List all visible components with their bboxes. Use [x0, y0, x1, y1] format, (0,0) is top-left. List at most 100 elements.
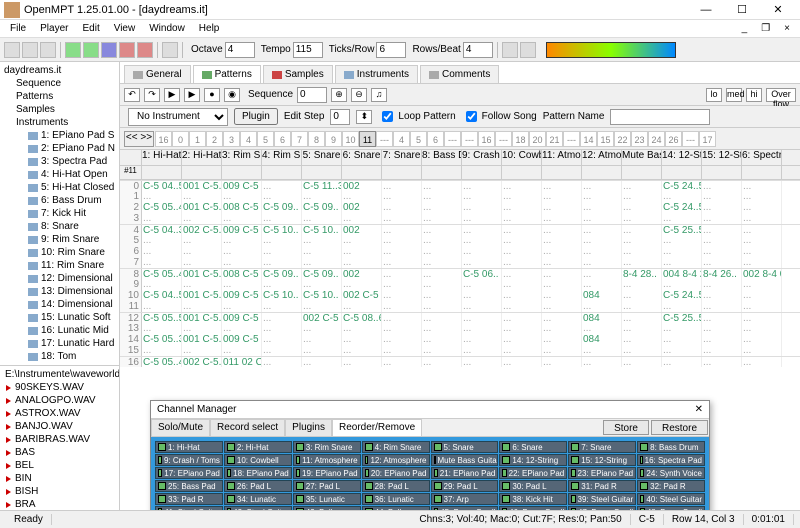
open-icon[interactable]	[22, 42, 38, 58]
tab-general[interactable]: General	[124, 65, 191, 83]
channel-slot[interactable]: 8: Bass Drum	[637, 441, 705, 453]
channel-slot[interactable]: 39: Steel Guitar	[568, 493, 636, 505]
pattern-row[interactable]: 7.......................................…	[120, 257, 800, 268]
tree-instrument[interactable]: 6: Bass Drum	[2, 194, 117, 207]
tree-folder-patterns[interactable]: Patterns	[2, 90, 117, 103]
channel-slot[interactable]: 28: Pad L	[362, 480, 430, 492]
channel-slot[interactable]: 11: Atmosphere	[293, 454, 361, 466]
store-button[interactable]: Store	[603, 420, 649, 435]
order-cell[interactable]: 24	[648, 131, 665, 147]
channel-header-cell[interactable]: 6: Spectra	[742, 150, 782, 165]
play-icon[interactable]	[65, 42, 81, 58]
tool-icon-1[interactable]	[502, 42, 518, 58]
channel-slot[interactable]: 17: EPiano Pad	[155, 467, 223, 479]
order-cell[interactable]: 10	[342, 131, 359, 147]
channel-header-cell[interactable]: 1: Hi-Hat	[142, 150, 182, 165]
channel-slot[interactable]: 10: Cowbell	[224, 454, 292, 466]
detail-lo[interactable]: lo	[706, 88, 722, 102]
plugin-button[interactable]: Plugin	[234, 108, 278, 125]
tab-comments[interactable]: Comments	[420, 65, 499, 83]
order-cell[interactable]: 18	[512, 131, 529, 147]
pattern-row[interactable]: 13......................................…	[120, 323, 800, 334]
wav-item[interactable]: BIN	[2, 472, 117, 485]
channel-slot[interactable]: 34: Lunatic	[224, 493, 292, 505]
channel-slot[interactable]: 15: 12-String	[568, 454, 636, 466]
tree-folder-sequence[interactable]: Sequence	[2, 77, 117, 90]
order-cell[interactable]: 9	[325, 131, 342, 147]
channel-header-cell[interactable]: 3: Rim Snare	[222, 150, 262, 165]
channel-header-cell[interactable]: 4: Rim Snare	[262, 150, 302, 165]
overflow-button[interactable]: Over flow	[766, 88, 796, 102]
pattern-row[interactable]: 6.......................................…	[120, 246, 800, 257]
channel-slot[interactable]: 6: Snare	[499, 441, 567, 453]
channel-slot[interactable]: 21: EPiano Pad	[431, 467, 499, 479]
wav-item[interactable]: ANALOGPO.WAV	[2, 394, 117, 407]
tree-instrument[interactable]: 13: Dimensional	[2, 285, 117, 298]
order-cell[interactable]: 26	[665, 131, 682, 147]
play-sample-icon[interactable]	[6, 489, 11, 495]
chmgr-tab-record[interactable]: Record select	[210, 419, 285, 436]
stop-icon[interactable]	[119, 42, 135, 58]
channel-header-cell[interactable]: 15: 12-String	[702, 150, 742, 165]
seq-input[interactable]	[297, 87, 327, 103]
order-cell[interactable]: ---	[563, 131, 580, 147]
order-cell[interactable]: 4	[393, 131, 410, 147]
tree-instrument[interactable]: 9: Rim Snare	[2, 233, 117, 246]
tree-instrument[interactable]: 3: Spectra Pad	[2, 155, 117, 168]
play-sample-icon[interactable]	[6, 398, 11, 404]
channel-slot[interactable]: 43: Bell	[293, 506, 361, 510]
tree-instrument[interactable]: 17: Lunatic Hard	[2, 337, 117, 350]
chmgr-tab-solo[interactable]: Solo/Mute	[151, 419, 210, 436]
play-sample-icon[interactable]	[6, 502, 11, 508]
order-cell[interactable]: 11	[359, 131, 376, 147]
rpb-input[interactable]	[463, 42, 493, 58]
play-row-button[interactable]: ▶	[184, 88, 200, 102]
tree-instrument[interactable]: 10: Rim Snare	[2, 246, 117, 259]
menu-item-file[interactable]: File	[4, 23, 32, 34]
tab-patterns[interactable]: Patterns	[193, 65, 261, 83]
tree-instrument[interactable]: 16: Lunatic Mid	[2, 324, 117, 337]
channel-header-cell[interactable]: 6: Snare	[342, 150, 382, 165]
tree-instrument[interactable]: 2: EPiano Pad N	[2, 142, 117, 155]
channel-slot[interactable]: 38: Kick Hit	[499, 493, 567, 505]
tree-instrument[interactable]: 18: Tom	[2, 350, 117, 363]
chord-button[interactable]: ♫	[371, 88, 387, 102]
tree-instrument[interactable]: 11: Rim Snare	[2, 259, 117, 272]
channel-header-cell[interactable]: 12: Atmosphere	[582, 150, 622, 165]
channel-slot[interactable]: 25: Bass Pad	[155, 480, 223, 492]
channel-slot[interactable]: 36: Lunatic	[362, 493, 430, 505]
channel-slot[interactable]: 26: Pad L	[224, 480, 292, 492]
undo-button[interactable]: ↶	[124, 88, 140, 102]
channel-header-cell[interactable]: 5: Snare	[302, 150, 342, 165]
order-cell[interactable]: 7	[291, 131, 308, 147]
channel-slot[interactable]: 32: Pad R	[637, 480, 705, 492]
tree-instrument[interactable]: 1: EPiano Pad S	[2, 129, 117, 142]
channel-slot[interactable]: 24: Synth Voice	[637, 467, 705, 479]
play-sample-icon[interactable]	[6, 437, 11, 443]
channel-slot[interactable]: 48: Brass Swell	[637, 506, 705, 510]
menu-item-edit[interactable]: Edit	[76, 23, 105, 34]
tree-folder-samples[interactable]: Samples	[2, 103, 117, 116]
menu-item-help[interactable]: Help	[193, 23, 226, 34]
channel-slot[interactable]: 5: Snare	[431, 441, 499, 453]
play-sample-icon[interactable]	[6, 424, 11, 430]
channel-slot[interactable]: 29: Pad L	[431, 480, 499, 492]
channel-header-cell[interactable]: Mute Bass Gu	[622, 150, 662, 165]
channel-slot[interactable]: 31: Pad R	[568, 480, 636, 492]
wav-path[interactable]: E:\Instrumente\waveworld\s	[5, 368, 119, 381]
channel-slot[interactable]: 45: Brass Swell	[431, 506, 499, 510]
order-cell[interactable]: 5	[257, 131, 274, 147]
pattern-row[interactable]: 3.......................................…	[120, 213, 800, 224]
tempo-input[interactable]	[293, 42, 323, 58]
order-nav[interactable]: << >>	[124, 131, 154, 147]
ticks-input[interactable]	[376, 42, 406, 58]
tab-samples[interactable]: Samples	[263, 65, 333, 83]
pattern-row[interactable]: 1.......................................…	[120, 191, 800, 202]
pattern-row[interactable]: 4C-5 04..32002 C-5..32009 C-5 10..C-5 10…	[120, 224, 800, 235]
tree-folder-instruments[interactable]: Instruments	[2, 116, 117, 129]
channel-slot[interactable]: 22: EPiano Pad	[499, 467, 567, 479]
instrument-select[interactable]: No Instrument	[128, 108, 228, 126]
channel-header-cell[interactable]: 11: Atmosphere	[542, 150, 582, 165]
order-cell[interactable]: 8	[308, 131, 325, 147]
shrink-button[interactable]: ⊖	[351, 88, 367, 102]
